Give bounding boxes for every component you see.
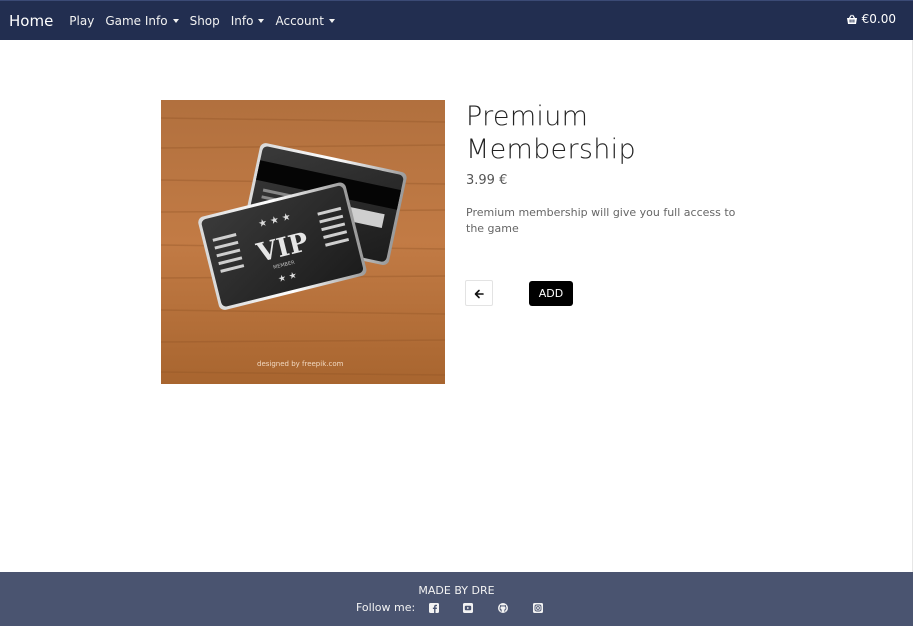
product-image: VIP VIP MEMBER (161, 100, 445, 384)
caret-down-icon (172, 18, 179, 23)
product-title: Premium Membership (466, 101, 636, 165)
nav-links: Play Game Info Shop Info Account (69, 14, 346, 28)
social-links (415, 602, 544, 613)
navbar: Home Play Game Info Shop Info Account €0… (0, 0, 913, 40)
caret-down-icon (328, 18, 335, 23)
product-price: 3.99 € (466, 173, 508, 188)
github-icon[interactable] (498, 602, 509, 613)
add-to-cart-button[interactable]: ADD (529, 281, 573, 306)
nav-play-link[interactable]: Play (69, 14, 94, 28)
caret-down-icon (258, 18, 265, 23)
nav-info-dropdown[interactable]: Info (231, 14, 265, 28)
cart-total: €0.00 (861, 12, 896, 26)
footer-follow: Follow me: (356, 601, 544, 614)
nav-home-link[interactable]: Home (9, 12, 53, 30)
nav-shop-link[interactable]: Shop (190, 14, 220, 28)
image-caption: designed by freepik.com (257, 360, 344, 368)
basket-icon (846, 14, 858, 25)
nav-game-info-dropdown[interactable]: Game Info (105, 13, 179, 28)
product-description: Premium membership will give you full ac… (466, 206, 736, 235)
arrow-left-icon (474, 284, 484, 303)
nav-account-label: Account (275, 13, 324, 28)
nav-shop-label: Shop (189, 13, 220, 28)
youtube-icon[interactable] (463, 602, 474, 613)
instagram-icon[interactable] (533, 602, 544, 613)
add-button-label: ADD (538, 287, 564, 300)
follow-label: Follow me: (356, 601, 416, 614)
facebook-icon[interactable] (429, 602, 440, 613)
nav-play-label: Play (69, 13, 95, 28)
nav-account-dropdown[interactable]: Account (275, 13, 335, 28)
nav-info-label: Info (230, 13, 254, 28)
nav-game-info-label: Game Info (105, 13, 168, 28)
cart-button[interactable]: €0.00 (846, 12, 896, 26)
page: Home Play Game Info Shop Info Account €0… (0, 0, 913, 626)
back-button[interactable] (465, 280, 493, 306)
footer-credit: MADE BY DRE (418, 584, 495, 597)
footer: MADE BY DRE Follow me: (0, 572, 913, 626)
